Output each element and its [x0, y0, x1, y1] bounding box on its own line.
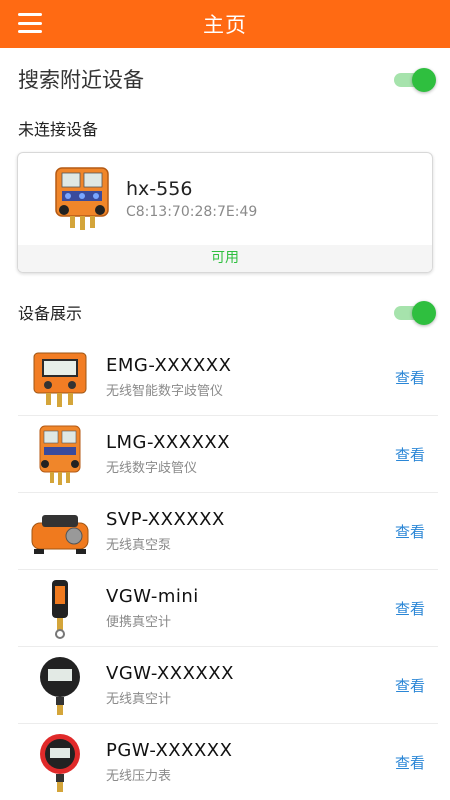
- list-item[interactable]: EMG-XXXXXX 无线智能数字歧管仪 查看: [18, 339, 438, 416]
- list-item[interactable]: LMG-XXXXXX 无线数字歧管仪 查看: [18, 416, 438, 493]
- showcase-label: 设备展示: [18, 304, 83, 323]
- device-description: 无线真空计: [106, 692, 172, 707]
- device-model-name: LMG-XXXXXX: [106, 432, 231, 453]
- showcase-toggle[interactable]: [394, 301, 436, 325]
- view-button[interactable]: 查看: [395, 752, 425, 773]
- device-model-name: EMG-XXXXXX: [106, 355, 232, 376]
- device-name: hx-556: [126, 178, 193, 200]
- manifold-gauge-icon: [39, 425, 81, 485]
- showcase-row: 设备展示: [0, 285, 450, 339]
- device-description: 无线数字歧管仪: [106, 461, 198, 476]
- device-description: 便携真空计: [106, 615, 172, 630]
- manifold-gauge-icon: [33, 352, 87, 407]
- view-button[interactable]: 查看: [395, 521, 425, 542]
- vacuum-probe-icon: [52, 580, 68, 639]
- device-description: 无线真空泵: [106, 538, 172, 553]
- device-description: 无线智能数字歧管仪: [106, 384, 224, 399]
- list-item[interactable]: VGW-XXXXXX 无线真空计 查看: [18, 647, 438, 724]
- device-status-available: 可用: [18, 245, 432, 272]
- search-nearby-row: 搜索附近设备: [0, 48, 450, 110]
- vacuum-pump-icon: [31, 515, 89, 554]
- list-item[interactable]: SVP-XXXXXX 无线真空泵 查看: [18, 493, 438, 570]
- view-button[interactable]: 查看: [395, 675, 425, 696]
- device-model-name: SVP-XXXXXX: [106, 509, 225, 530]
- manifold-gauge-icon: [55, 167, 109, 230]
- view-button[interactable]: 查看: [395, 598, 425, 619]
- device-showcase-list: EMG-XXXXXX 无线智能数字歧管仪 查看 LMG-XXXXXX 无线数字歧…: [18, 339, 438, 800]
- view-button[interactable]: 查看: [395, 444, 425, 465]
- pressure-gauge-icon: [40, 734, 80, 792]
- search-nearby-label: 搜索附近设备: [18, 68, 144, 92]
- device-mac-address: C8:13:70:28:7E:49: [126, 204, 258, 220]
- vacuum-gauge-icon: [40, 657, 80, 715]
- hamburger-menu-icon[interactable]: [18, 13, 42, 33]
- list-item[interactable]: PGW-XXXXXX 无线压力表 查看: [18, 724, 438, 800]
- page-title: 主页: [203, 13, 247, 37]
- search-nearby-toggle[interactable]: [394, 68, 436, 92]
- view-button[interactable]: 查看: [395, 367, 425, 388]
- device-description: 无线压力表: [106, 769, 172, 784]
- device-model-name: PGW-XXXXXX: [106, 740, 233, 761]
- unconnected-section-title: 未连接设备: [18, 120, 99, 139]
- unconnected-device-card[interactable]: hx-556 C8:13:70:28:7E:49 可用: [17, 152, 433, 273]
- device-model-name: VGW-mini: [106, 586, 199, 607]
- app-bar: 主页: [0, 0, 450, 48]
- device-model-name: VGW-XXXXXX: [106, 663, 234, 684]
- list-item[interactable]: VGW-mini 便携真空计 查看: [18, 570, 438, 647]
